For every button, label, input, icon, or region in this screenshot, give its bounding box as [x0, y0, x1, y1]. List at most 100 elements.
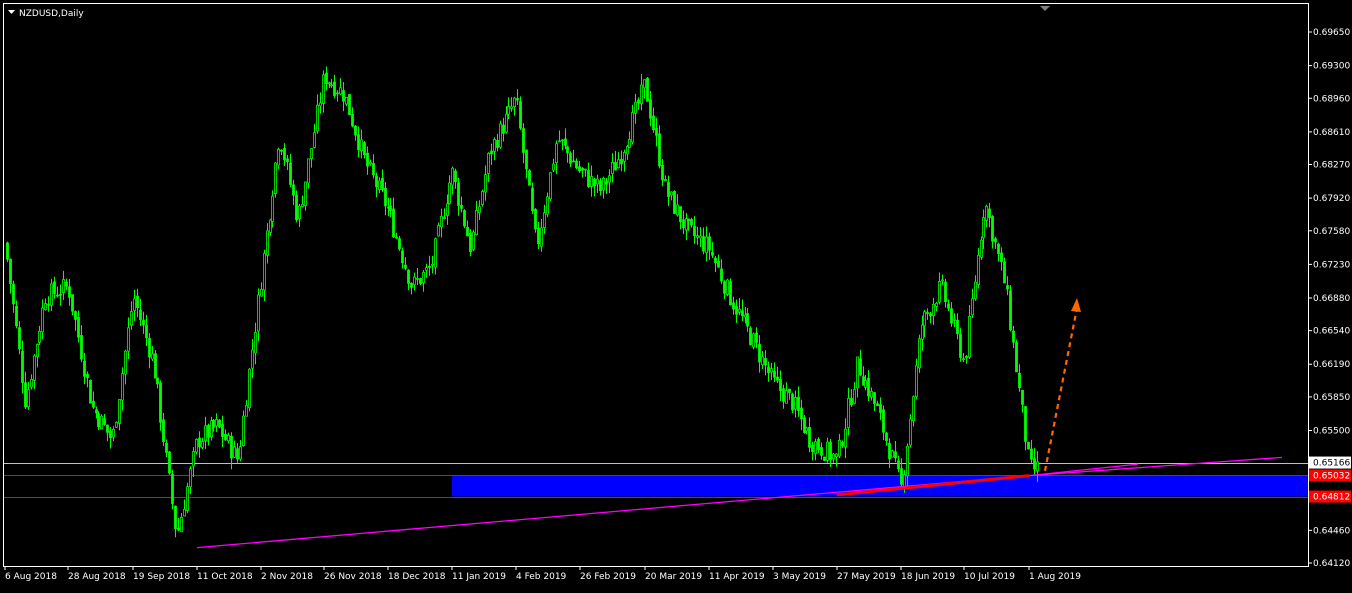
candle: [180, 512, 183, 533]
candle: [381, 169, 384, 193]
candle-body: [965, 356, 968, 358]
candle-body: [808, 426, 811, 448]
candle: [915, 358, 918, 400]
candle: [617, 152, 620, 169]
candle-body: [853, 389, 856, 404]
candle-body: [1015, 341, 1018, 373]
candle: [139, 298, 142, 326]
candle-body: [935, 302, 938, 307]
candles-layer: [6, 66, 1039, 538]
candle-body: [923, 311, 926, 327]
candle: [735, 299, 738, 324]
candle: [77, 310, 80, 343]
candle-body: [838, 440, 841, 457]
candle: [611, 153, 614, 183]
candle-body: [360, 139, 363, 152]
candle-body: [142, 319, 145, 326]
candle: [218, 419, 221, 429]
candle-body: [319, 102, 322, 107]
candle-body: [510, 106, 513, 109]
candle-body: [384, 188, 387, 207]
candle: [572, 149, 575, 163]
candle: [873, 391, 876, 412]
trendline-extension: [1028, 456, 1283, 477]
candle: [59, 284, 62, 306]
support-zone: [452, 475, 1308, 497]
candle: [30, 374, 33, 390]
candle: [260, 282, 263, 297]
candle-body: [705, 236, 708, 254]
candle: [947, 299, 950, 312]
candle-body: [584, 168, 587, 171]
candle: [168, 450, 171, 475]
candle: [950, 302, 953, 327]
candle: [68, 278, 71, 306]
candle-body: [366, 152, 369, 167]
candle-body: [944, 281, 947, 303]
candle-body: [814, 441, 817, 455]
candle-body: [555, 143, 558, 164]
candle-body: [401, 250, 404, 264]
candle-body: [876, 403, 879, 407]
candle: [74, 310, 77, 331]
chart-canvas[interactable]: NZDUSD,Daily 0.69650 0.69300 0.68960 0.6861…: [0, 0, 1352, 589]
candle-body: [484, 174, 487, 193]
candle-body: [873, 392, 876, 404]
candle-body: [537, 227, 540, 245]
y-tick-label: 0.69650: [1313, 28, 1350, 38]
candle-body: [581, 167, 584, 171]
candle: [785, 382, 788, 404]
candle: [490, 143, 493, 166]
candle: [239, 439, 242, 462]
candle: [705, 226, 708, 262]
candle-body: [50, 283, 53, 306]
candle-body: [375, 175, 378, 188]
candle: [685, 213, 688, 241]
candle: [826, 437, 829, 463]
candle-body: [283, 148, 286, 161]
candle-body: [891, 450, 894, 458]
candle-body: [431, 263, 434, 266]
candle: [714, 256, 717, 273]
candle-body: [578, 166, 581, 172]
candle-body: [723, 281, 726, 294]
candle: [867, 369, 870, 402]
candle-body: [404, 264, 407, 269]
candle-body: [154, 353, 157, 379]
candle-body: [112, 428, 115, 438]
candle-body: [543, 212, 546, 228]
candle-body: [180, 516, 183, 533]
symbol-menu-icon[interactable]: [8, 10, 15, 14]
candle: [378, 177, 381, 194]
candle: [628, 131, 631, 148]
candle-body: [835, 453, 838, 457]
candle: [36, 343, 39, 368]
candle: [682, 210, 685, 235]
candle-body: [448, 182, 451, 204]
candle-body: [566, 146, 569, 154]
candle: [469, 229, 472, 257]
candle-body: [77, 316, 80, 338]
candle-body: [289, 162, 292, 185]
candle-body: [755, 332, 758, 343]
candle: [537, 221, 540, 250]
candle-body: [41, 307, 44, 333]
candle-body: [487, 153, 490, 174]
candle: [968, 305, 971, 359]
candle-body: [758, 343, 761, 363]
candle-body: [519, 101, 522, 129]
candle: [729, 278, 732, 306]
candle: [885, 431, 888, 446]
candle-body: [649, 99, 652, 119]
chart-window: NZDUSD,Daily 0.69650 0.69300 0.68960 0.6861…: [0, 0, 1352, 589]
candle-body: [729, 281, 732, 306]
candle: [776, 366, 779, 384]
candle: [670, 191, 673, 201]
candle-body: [478, 206, 481, 213]
candle: [971, 288, 974, 318]
candle-body: [97, 413, 100, 428]
chart-shift-marker[interactable]: [1040, 6, 1050, 11]
candle: [345, 96, 348, 107]
x-tick-label: 19 Sep 2018: [133, 572, 190, 582]
candle: [342, 82, 345, 112]
